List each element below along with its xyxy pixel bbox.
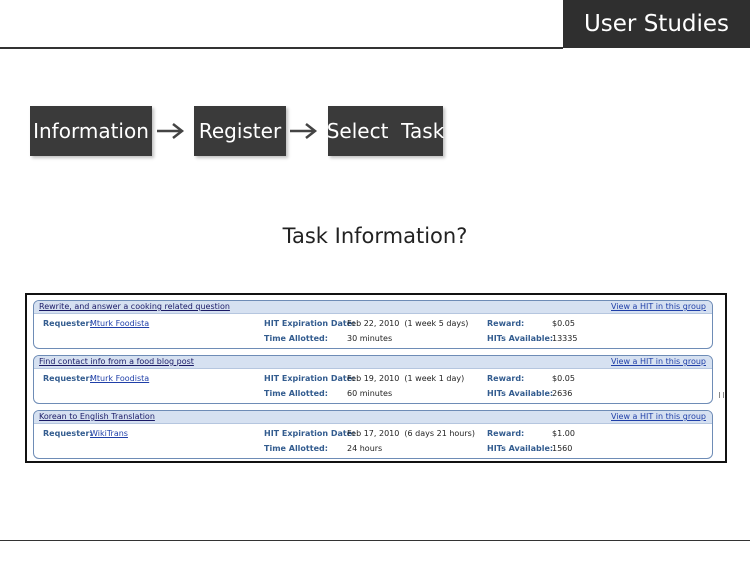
reward-value: $1.00: [552, 429, 575, 438]
top-divider: [0, 47, 563, 49]
time-allotted-label: Time Allotted:: [264, 444, 328, 453]
arrow-right-icon: [290, 123, 318, 139]
requester-link[interactable]: Mturk Foodista: [90, 374, 149, 383]
expiration-value: Feb 22, 2010 (1 week 5 days): [347, 319, 469, 328]
hits-available-value: 2636: [552, 389, 573, 398]
requester-link[interactable]: WikiTrans: [90, 429, 128, 438]
reward-label: Reward:: [487, 429, 525, 438]
hit-header: Rewrite, and answer a cooking related qu…: [34, 301, 712, 314]
expiration-label: HIT Expiration Date:: [264, 319, 356, 328]
hits-available-label: HITs Available:: [487, 389, 554, 398]
slide-title: User Studies: [563, 0, 750, 48]
hits-available-label: HITs Available:: [487, 334, 554, 343]
requester-label: Requester:: [43, 429, 93, 438]
step-information: Information: [30, 106, 152, 156]
hit-group: Korean to English Translation View a HIT…: [33, 410, 713, 459]
expiration-label: HIT Expiration Date:: [264, 374, 356, 383]
hit-title-link[interactable]: Find contact info from a food blog post: [39, 356, 194, 368]
section-heading: Task Information?: [282, 224, 468, 248]
hits-available-value: 1560: [552, 444, 573, 453]
bottom-divider: [0, 540, 750, 541]
requester-label: Requester:: [43, 319, 93, 328]
scrollbar-grip[interactable]: [719, 392, 724, 398]
time-allotted-label: Time Allotted:: [264, 334, 328, 343]
hit-title-link[interactable]: Korean to English Translation: [39, 411, 155, 423]
hit-details: Requester: Mturk Foodista HIT Expiration…: [34, 369, 712, 403]
view-hit-link[interactable]: View a HIT in this group: [611, 356, 706, 368]
time-allotted-label: Time Allotted:: [264, 389, 328, 398]
hits-available-label: HITs Available:: [487, 444, 554, 453]
arrow-right-icon: [157, 123, 185, 139]
reward-value: $0.05: [552, 319, 575, 328]
hit-group: Rewrite, and answer a cooking related qu…: [33, 300, 713, 349]
hits-available-value: 13335: [552, 334, 578, 343]
requester-link[interactable]: Mturk Foodista: [90, 319, 149, 328]
hit-header: Find contact info from a food blog post …: [34, 356, 712, 369]
reward-label: Reward:: [487, 319, 525, 328]
hit-header: Korean to English Translation View a HIT…: [34, 411, 712, 424]
hit-list-screenshot: Rewrite, and answer a cooking related qu…: [25, 293, 727, 463]
hit-group: Find contact info from a food blog post …: [33, 355, 713, 404]
view-hit-link[interactable]: View a HIT in this group: [611, 301, 706, 313]
hit-details: Requester: WikiTrans HIT Expiration Date…: [34, 424, 712, 458]
time-allotted-value: 30 minutes: [347, 334, 393, 343]
expiration-value: Feb 17, 2010 (6 days 21 hours): [347, 429, 475, 438]
step-select-task: Select Task: [327, 106, 444, 156]
expiration-label: HIT Expiration Date:: [264, 429, 356, 438]
reward-label: Reward:: [487, 374, 525, 383]
hit-title-link[interactable]: Rewrite, and answer a cooking related qu…: [39, 301, 230, 313]
expiration-value: Feb 19, 2010 (1 week 1 day): [347, 374, 465, 383]
step-register: Register: [194, 106, 286, 156]
reward-value: $0.05: [552, 374, 575, 383]
hit-details: Requester: Mturk Foodista HIT Expiration…: [34, 314, 712, 348]
time-allotted-value: 60 minutes: [347, 389, 393, 398]
view-hit-link[interactable]: View a HIT in this group: [611, 411, 706, 423]
time-allotted-value: 24 hours: [347, 444, 383, 453]
requester-label: Requester:: [43, 374, 93, 383]
